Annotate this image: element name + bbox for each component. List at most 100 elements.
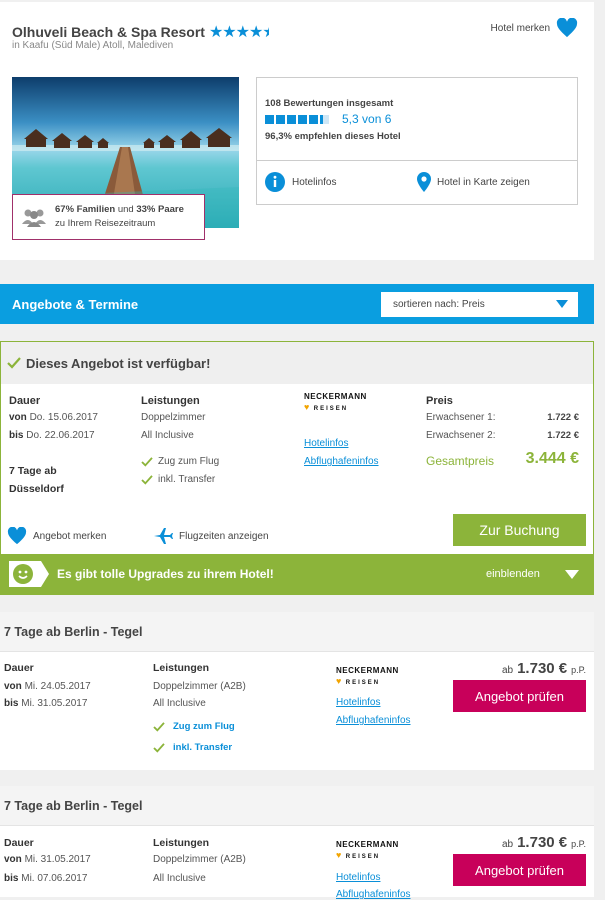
couples-share: 33% Paare: [136, 204, 184, 215]
hotel-name[interactable]: Olhuveli Beach & Spa Resort: [12, 24, 205, 40]
family-share: 67% Familien: [55, 204, 116, 215]
airport-info-link[interactable]: Abflughafeninfos: [304, 456, 379, 467]
total-label: Gesamtpreis: [426, 454, 495, 468]
dauer-label: Dauer: [4, 837, 34, 849]
flight-times-label: Flugzeiten anzeigen: [179, 530, 269, 542]
von-date-row: von Do. 15.06.2017: [9, 412, 98, 423]
operator-logo-bottom: REISEN: [313, 406, 349, 412]
offer-price: ab 1.730 € p.P.: [502, 834, 586, 851]
rating-segment-fill: [287, 115, 296, 124]
offer-title: 7 Tage ab Berlin - Tegel: [4, 799, 143, 813]
rating-segment: [265, 115, 274, 124]
rating-divider: [257, 160, 577, 161]
extra-transfer-label: inkl. Transfer: [173, 742, 233, 753]
book-button[interactable]: Zur Buchung: [453, 514, 586, 546]
von-label: von: [4, 681, 22, 692]
hotelinfos-link[interactable]: Hotelinfos: [336, 697, 380, 708]
airport-info-link[interactable]: Abflughafeninfos: [336, 715, 411, 726]
adult2-label: Erwachsener 2:: [426, 430, 496, 441]
smiley-icon: [13, 564, 33, 584]
map-button[interactable]: Hotel in Karte zeigen: [417, 172, 530, 192]
star-half: ★: [262, 22, 269, 42]
leistungen-label: Leistungen: [153, 662, 210, 674]
heart-logo-icon: ♥: [304, 402, 310, 412]
hotel-card: Olhuveli Beach & Spa Resort ★★★★★ in Kaa…: [0, 2, 594, 260]
availability-status: Dieses Angebot ist verfügbar!: [26, 355, 211, 371]
bis-date: Do. 22.06.2017: [26, 430, 95, 441]
flight-times-button[interactable]: Flugzeiten anzeigen: [153, 527, 269, 545]
sort-select-value: sortieren nach: Preis: [393, 299, 485, 310]
sort-select[interactable]: sortieren nach: Preis: [381, 292, 578, 317]
map-label: Hotel in Karte zeigen: [437, 176, 530, 188]
rating-segment-fill: [298, 115, 307, 124]
bis-label: bis: [4, 698, 19, 709]
heart-icon: [7, 527, 27, 545]
rating-segment: [320, 115, 329, 124]
rating-bar: [265, 115, 329, 124]
recommend-rate: 96,3% empfehlen dieses Hotel: [265, 131, 401, 142]
check-icon: [141, 474, 153, 485]
rating-score: 5,3 von 6: [342, 112, 392, 126]
offer-card: 7 Tage ab Berlin - Tegel Dauer von Mi. 2…: [0, 612, 594, 770]
hotelinfos-link[interactable]: Hotelinfos: [336, 872, 380, 883]
von-label: von: [9, 412, 27, 423]
von-date-row: von Mi. 31.05.2017: [4, 854, 91, 865]
map-pin-icon: [417, 172, 431, 192]
offer-price: ab 1.730 € p.P.: [502, 660, 586, 677]
bis-label: bis: [9, 430, 24, 441]
airport-info-link[interactable]: Abflughafeninfos: [336, 889, 411, 900]
price-prefix: ab: [501, 665, 514, 676]
reviews-total[interactable]: 108 Bewertungen insgesamt: [265, 98, 393, 109]
check-icon: [153, 721, 165, 732]
rating-box: 108 Bewertungen insgesamt 5,3 von 6 96,3…: [256, 77, 578, 205]
board-type: All Inclusive: [153, 698, 206, 709]
von-date: Do. 15.06.2017: [29, 412, 98, 423]
room-type: Doppelzimmer: [141, 412, 206, 423]
dauer-label: Dauer: [4, 662, 34, 674]
dauer-label: Dauer: [9, 395, 41, 407]
rating-segment: [309, 115, 318, 124]
price-value: 1.730 €: [517, 660, 568, 677]
offer-title: 7 Tage ab Berlin - Tegel: [4, 625, 143, 639]
check-offer-button[interactable]: Angebot prüfen: [453, 854, 586, 886]
adult2-price: 1.722 €: [547, 430, 579, 441]
operator-logo-bottom: REISEN: [345, 854, 381, 860]
bis-date: Mi. 31.05.2017: [21, 698, 88, 709]
upgrade-text: Es gibt tolle Upgrades zu ihrem Hotel!: [57, 567, 274, 581]
price-suffix: p.P.: [571, 665, 586, 675]
bis-label: bis: [4, 873, 19, 884]
price-suffix: p.P.: [571, 839, 586, 849]
chevron-down-icon: [556, 300, 568, 308]
hotel-location: in Kaafu (Süd Male) Atoll, Malediven: [12, 40, 174, 51]
rating-segment: [276, 115, 285, 124]
featured-offer: Dieses Angebot ist verfügbar! Dauer von …: [0, 341, 594, 595]
total-price: 3.444 €: [525, 450, 579, 467]
family-joiner: und: [115, 204, 137, 215]
extra-transfer-label: inkl. Transfer: [158, 474, 216, 485]
preis-label: Preis: [426, 395, 453, 407]
adult1-price: 1.722 €: [547, 412, 579, 423]
heart-icon: [556, 18, 578, 38]
von-date-row: von Mi. 24.05.2017: [4, 681, 91, 692]
info-icon: [265, 172, 285, 192]
extra-train-label: Zug zum Flug: [173, 721, 235, 732]
star-rating: ★★★★★: [209, 22, 269, 42]
check-icon: [153, 742, 165, 753]
board-type: All Inclusive: [153, 873, 206, 884]
chevron-down-icon: [565, 570, 579, 579]
remember-hotel-button[interactable]: Hotel merken: [491, 18, 578, 38]
adult1-label: Erwachsener 1:: [426, 412, 496, 423]
rating-segment-fill: [276, 115, 285, 124]
departure-city: Düsseldorf: [9, 483, 64, 495]
remember-hotel-label: Hotel merken: [490, 22, 550, 34]
room-type: Doppelzimmer (A2B): [153, 854, 246, 865]
rating-segment-fill: [265, 115, 274, 124]
stars-full: ★★★★: [208, 24, 263, 41]
remember-offer-button[interactable]: Angebot merken: [7, 527, 106, 545]
availability-bar: Dieses Angebot ist verfügbar!: [1, 342, 593, 384]
upgrade-banner[interactable]: Es gibt tolle Upgrades zu ihrem Hotel! e…: [1, 554, 593, 594]
check-offer-button[interactable]: Angebot prüfen: [453, 680, 586, 712]
hotelinfos-button[interactable]: Hotelinfos: [265, 172, 336, 192]
rating-segment-fill: [309, 115, 318, 124]
hotelinfos-link[interactable]: Hotelinfos: [304, 438, 348, 449]
